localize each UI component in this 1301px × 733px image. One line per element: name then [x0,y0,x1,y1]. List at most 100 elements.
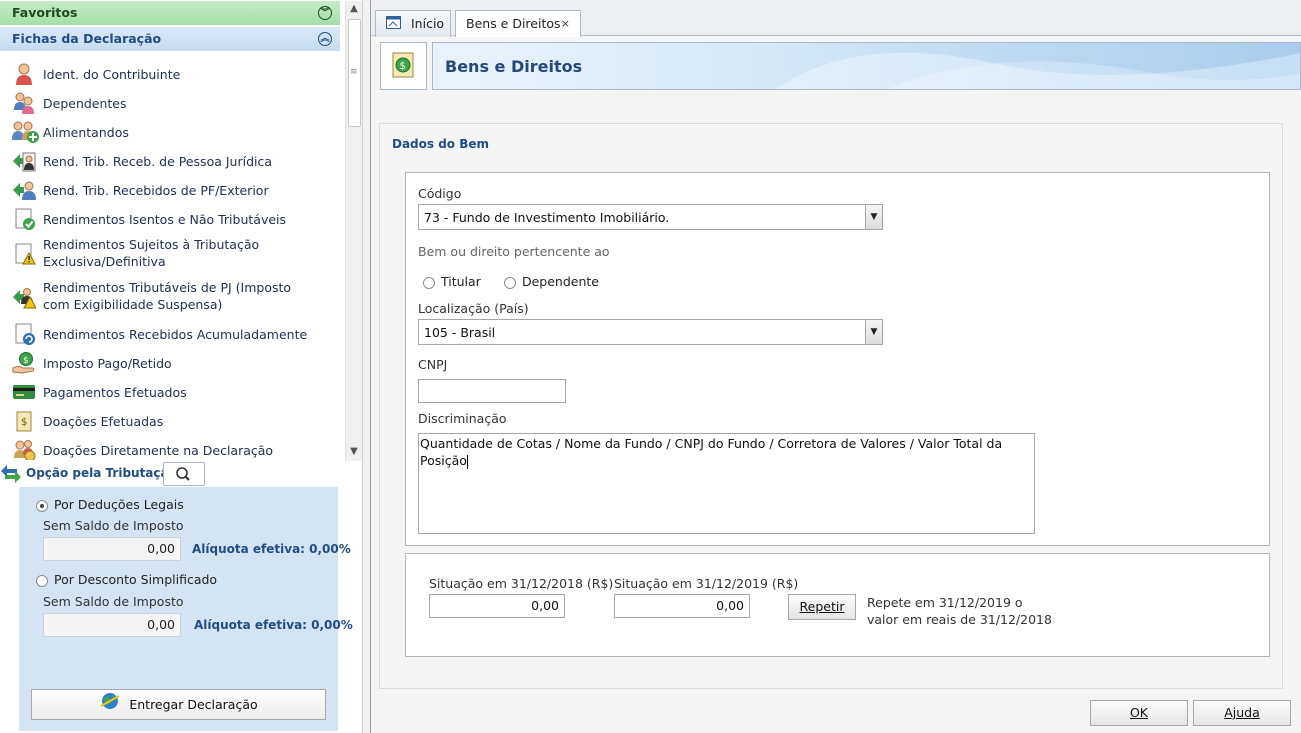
radio-titular[interactable]: Titular [423,274,481,289]
sidebar-item-label: Doações Diretamente na Declaração [43,442,274,458]
sidebar-item-rend-suspensa[interactable]: Rendimentos Tributáveis de PJ (Imposto c… [12,279,342,313]
fichas-header[interactable]: Fichas da Declaração ︽ [0,27,340,51]
tab-bar: Início Bens e Direitos × [371,0,1301,37]
fichas-list: Ident. do Contribuinte Dependentes Alime… [0,54,344,460]
sidebar-item-pagamentos[interactable]: Pagamentos Efetuados [12,380,342,404]
ok-button[interactable]: OK [1090,700,1188,726]
people-add-icon [11,120,41,144]
codigo-label: Código [418,186,462,201]
chevron-down-icon[interactable]: ︾ [318,6,332,20]
sidebar-item-label: Rendimentos Isentos e Não Tributáveis [43,211,287,227]
money-bag-icon: $ [12,409,36,433]
radio-desconto-simplificado[interactable]: Por Desconto Simplificado [36,572,217,587]
localizacao-select[interactable]: 105 - Brasil ▼ [418,319,883,345]
cnpj-label: CNPJ [418,357,448,372]
tab-bens-label: Bens e Direitos [466,16,561,31]
opcao-tributacao-title: Opção pela Tributação: [26,466,182,480]
deducoes-aliquota: Alíquota efetiva: 0,00% [192,542,351,556]
person-icon [12,62,36,86]
tab-inicio-label: Início [410,16,445,31]
radio-icon[interactable] [504,276,516,289]
scroll-down-icon[interactable]: ▼ [346,444,362,460]
sidebar-item-imposto-pago[interactable]: $ Imposto Pago/Retido [12,351,342,375]
text-cursor [466,454,468,469]
sidebar-item-label: Doações Efetuadas [43,413,164,429]
income-warning-icon [12,285,37,309]
radio-icon[interactable] [36,574,48,587]
sidebar-item-doacoes[interactable]: $ Doações Efetuadas [12,409,342,433]
favoritos-label: Favoritos [12,5,78,20]
sidebar-item-alimentandos[interactable]: Alimentandos [11,120,341,144]
codigo-select[interactable]: 73 - Fundo de Investimento Imobiliário. … [418,204,883,230]
simplificado-value: 0,00 [43,613,181,637]
banner-decoration [775,52,1300,89]
globe-icon [99,691,121,721]
family-icon [12,91,36,115]
search-icon [176,467,190,481]
page-banner: Bens e Direitos [432,42,1301,90]
chevron-down-icon[interactable]: ▼ [865,320,882,344]
chevron-down-icon[interactable]: ▼ [865,205,882,229]
sidebar-item-rend-isentos[interactable]: Rendimentos Isentos e Não Tributáveis [12,207,342,231]
repete-note: Repete em 31/12/2019 o valor em reais de… [867,595,1052,627]
splitter[interactable] [362,0,371,733]
simplificado-aliquota: Alíquota efetiva: 0,00% [194,618,353,632]
ajuda-button[interactable]: Ajuda [1193,700,1291,726]
income-person-icon [12,178,36,202]
deducoes-label: Por Deduções Legais [53,497,184,512]
sidebar-item-rend-pf-exterior[interactable]: Rend. Trib. Recebidos de PF/Exterior [12,178,342,202]
deducoes-sub: Sem Saldo de Imposto [43,518,184,533]
sidebar-item-rend-pj[interactable]: Rend. Trib. Receb. de Pessoa Jurídica [12,149,342,173]
page-icon: $ [380,42,427,90]
money-doc-icon: $ [392,52,414,78]
radio-icon[interactable] [423,276,435,289]
discriminacao-text: Quantidade de Cotas / Nome da Fundo / CN… [420,436,1003,468]
discriminacao-label: Discriminação [418,411,507,426]
sidebar-item-label: Pagamentos Efetuados [43,384,187,400]
card-icon [12,380,36,404]
sidebar-item-doacoes-declaracao[interactable]: Doações Diretamente na Declaração [12,438,342,460]
radio-deducoes-legais[interactable]: Por Deduções Legais [36,497,184,512]
localizacao-value: 105 - Brasil [424,325,496,340]
chevron-up-icon[interactable]: ︽ [318,32,332,46]
simplificado-label: Por Desconto Simplificado [53,572,218,587]
people-coin-icon [12,438,36,460]
tab-inicio[interactable]: Início [375,10,451,37]
localizacao-label: Localização (País) [418,301,529,316]
dependente-label: Dependente [521,274,599,289]
doc-warning-icon [12,242,36,266]
sit2018-input[interactable]: 0,00 [429,594,565,618]
sidebar-item-rend-acumulados[interactable]: Rendimentos Recebidos Acumuladamente [12,322,342,346]
sit2019-input[interactable]: 0,00 [614,594,750,618]
sidebar-item-label: Dependentes [43,95,127,111]
radio-dependente[interactable]: Dependente [504,274,599,289]
sidebar-item-label: Rend. Trib. Recebidos de PF/Exterior [43,182,269,198]
tab-bens-direitos[interactable]: Bens e Direitos × [455,10,581,37]
sidebar-item-dependentes[interactable]: Dependentes [12,91,342,115]
hand-coin-icon: $ [12,351,36,375]
favoritos-header[interactable]: Favoritos ︾ [0,1,340,25]
doc-check-icon [12,207,36,231]
sidebar-item-label: Ident. do Contribuinte [43,66,181,82]
codigo-value: 73 - Fundo de Investimento Imobiliário. [424,210,670,225]
sidebar-scrollbar[interactable]: ▲ ≡ ▼ [345,1,362,461]
titular-label: Titular [440,274,481,289]
entregar-label: Entregar Declaração [129,697,258,712]
sidebar-item-label: Rendimentos Recebidos Acumuladamente [43,326,308,342]
swap-arrows-icon [0,463,24,487]
discriminacao-textarea[interactable]: Quantidade de Cotas / Nome da Fundo / CN… [418,433,1035,534]
sidebar-item-rend-exclusiva[interactable]: Rendimentos Sujeitos à Tributação Exclus… [12,236,342,270]
repetir-button[interactable]: Repetir [788,594,856,620]
cnpj-input[interactable] [418,379,566,403]
income-company-icon [12,149,36,173]
svg-text:$: $ [21,417,27,428]
simplificado-sub: Sem Saldo de Imposto [43,594,184,609]
scroll-up-icon[interactable]: ▲ [346,1,362,17]
sidebar-item-ident-contribuinte[interactable]: Ident. do Contribuinte [12,62,342,86]
close-icon[interactable]: × [561,11,570,36]
entregar-declaracao-button[interactable]: Entregar Declaração [31,689,326,720]
search-button[interactable] [163,462,205,486]
sidebar-item-label: Rend. Trib. Receb. de Pessoa Jurídica [43,153,273,169]
pertence-label: Bem ou direito pertencente ao [418,244,610,259]
radio-icon[interactable] [36,499,48,512]
